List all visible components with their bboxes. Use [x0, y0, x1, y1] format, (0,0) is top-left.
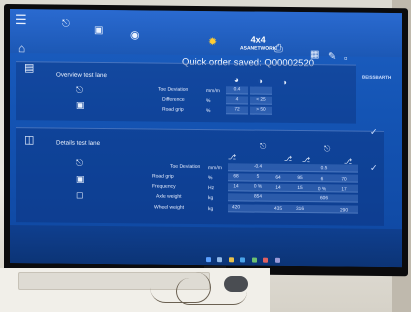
- details-row-value: 854: [253, 194, 262, 200]
- cable: [176, 278, 247, 305]
- details-title: Details test lane: [56, 139, 101, 147]
- details-row-value: 5: [256, 174, 260, 180]
- vehicle-icon: ◫: [24, 134, 35, 147]
- details-row-value: 0 %: [317, 187, 327, 193]
- details-row-label: Wheel weight: [154, 204, 185, 211]
- overview-row-limit: < 25: [256, 97, 266, 103]
- overview-row-unit: %: [206, 108, 211, 115]
- app-icon[interactable]: [251, 257, 257, 263]
- top-toolbar: [10, 9, 402, 58]
- details-row-unit: kg: [208, 206, 214, 213]
- wheel-logo-icon: ✹: [208, 36, 218, 49]
- document-edit-icon[interactable]: ✎: [328, 50, 336, 64]
- browser-icon[interactable]: [240, 257, 246, 263]
- details-row-value: 435: [273, 206, 282, 212]
- details-row-unit: kg: [208, 195, 214, 202]
- search-icon[interactable]: [217, 257, 223, 263]
- print-icon[interactable]: ⎙: [274, 42, 283, 56]
- details-row-value: 15: [297, 186, 303, 192]
- details-row-label: Frequency: [152, 183, 176, 190]
- brand-main-text: 4x4: [250, 34, 266, 45]
- taskbar: [206, 249, 288, 263]
- axle-brake-icon: ▣: [76, 173, 85, 184]
- axle-brake-icon: ▣: [76, 99, 85, 110]
- details-row-value: 420: [231, 205, 240, 211]
- details-row-unit: Hz: [208, 185, 215, 192]
- check-icon: ✓: [370, 126, 378, 137]
- details-row-unit: %: [208, 175, 213, 182]
- wheel-gauge-icon-3: ◑: [282, 77, 287, 87]
- details-row-value: 316: [295, 206, 304, 213]
- brand-sub-text: ASANETWORK: [240, 45, 277, 52]
- overview-row-unit: %: [206, 98, 211, 105]
- details-row-value: 290: [339, 208, 348, 214]
- overview-row-label: Road grip: [162, 106, 184, 113]
- details-row-value: -0.4: [253, 164, 263, 170]
- windows-start-icon[interactable]: [206, 257, 211, 263]
- axle-front-icon: ⎋: [76, 84, 84, 95]
- overview-row-label: Difference: [162, 96, 185, 103]
- details-row-value: 606: [319, 196, 328, 202]
- axle-rear-header-icon: ⎋: [324, 144, 331, 154]
- brand-side-logo: BEISSBARTH: [362, 74, 392, 80]
- menu-icon[interactable]: ☰: [15, 12, 27, 27]
- home-icon[interactable]: ⌂: [18, 41, 25, 55]
- overview-row-value: 4: [235, 97, 239, 103]
- app-icon[interactable]: [263, 257, 269, 263]
- details-row-value: 64: [275, 175, 281, 181]
- weight-icon: ◻: [76, 189, 84, 200]
- check-icon: ✓: [370, 162, 378, 173]
- table-cell: [250, 86, 272, 95]
- overview-row-unit: mm/m: [206, 88, 220, 95]
- details-row-label: Road grip: [152, 173, 174, 180]
- axle-front-icon: ⎋: [76, 157, 84, 168]
- details-row-value: 6: [320, 177, 324, 183]
- details-row-label: Axle weight: [156, 193, 182, 200]
- app-icon[interactable]: [274, 257, 280, 263]
- brake-disc-icon[interactable]: ◉: [130, 28, 140, 42]
- wheel-gauge-icon-1: ◕: [234, 75, 239, 85]
- monitor-screen: ☰ ⎋ ▣ ◉ ⌂ ✹ 4x4 ASANETWORK ⎙ ▦ ✎ ▫ Quick…: [10, 9, 402, 268]
- brand-logo: 4x4 ASANETWORK: [240, 35, 276, 53]
- details-row-value: 70: [341, 177, 347, 183]
- overview-row-limit: > 50: [256, 107, 266, 113]
- vehicle-front-icon[interactable]: ⎋: [62, 18, 70, 32]
- list-icon: ▤: [24, 62, 35, 75]
- folder-icon[interactable]: [228, 257, 234, 263]
- details-row-value: 0 %: [253, 184, 263, 190]
- overview-row-value: 72: [234, 107, 240, 113]
- details-row-value: 17: [341, 187, 347, 193]
- details-row-value: 14: [233, 184, 239, 190]
- overview-row-label: Toe Deviation: [158, 86, 189, 93]
- details-row-value: 0.5: [320, 166, 328, 172]
- details-row-unit: mm/m: [208, 165, 222, 172]
- overview-row-value: 0.4: [233, 87, 241, 93]
- details-row-value: 68: [233, 174, 239, 180]
- vehicle-axle-icon[interactable]: ▣: [94, 24, 103, 38]
- overview-title: Overview test lane: [56, 71, 107, 80]
- details-row-label: Toe Deviation: [170, 163, 201, 170]
- axle-front-header-icon: ⎋: [260, 141, 267, 151]
- details-row-value: 14: [275, 185, 281, 191]
- details-row-value: 95: [297, 176, 303, 182]
